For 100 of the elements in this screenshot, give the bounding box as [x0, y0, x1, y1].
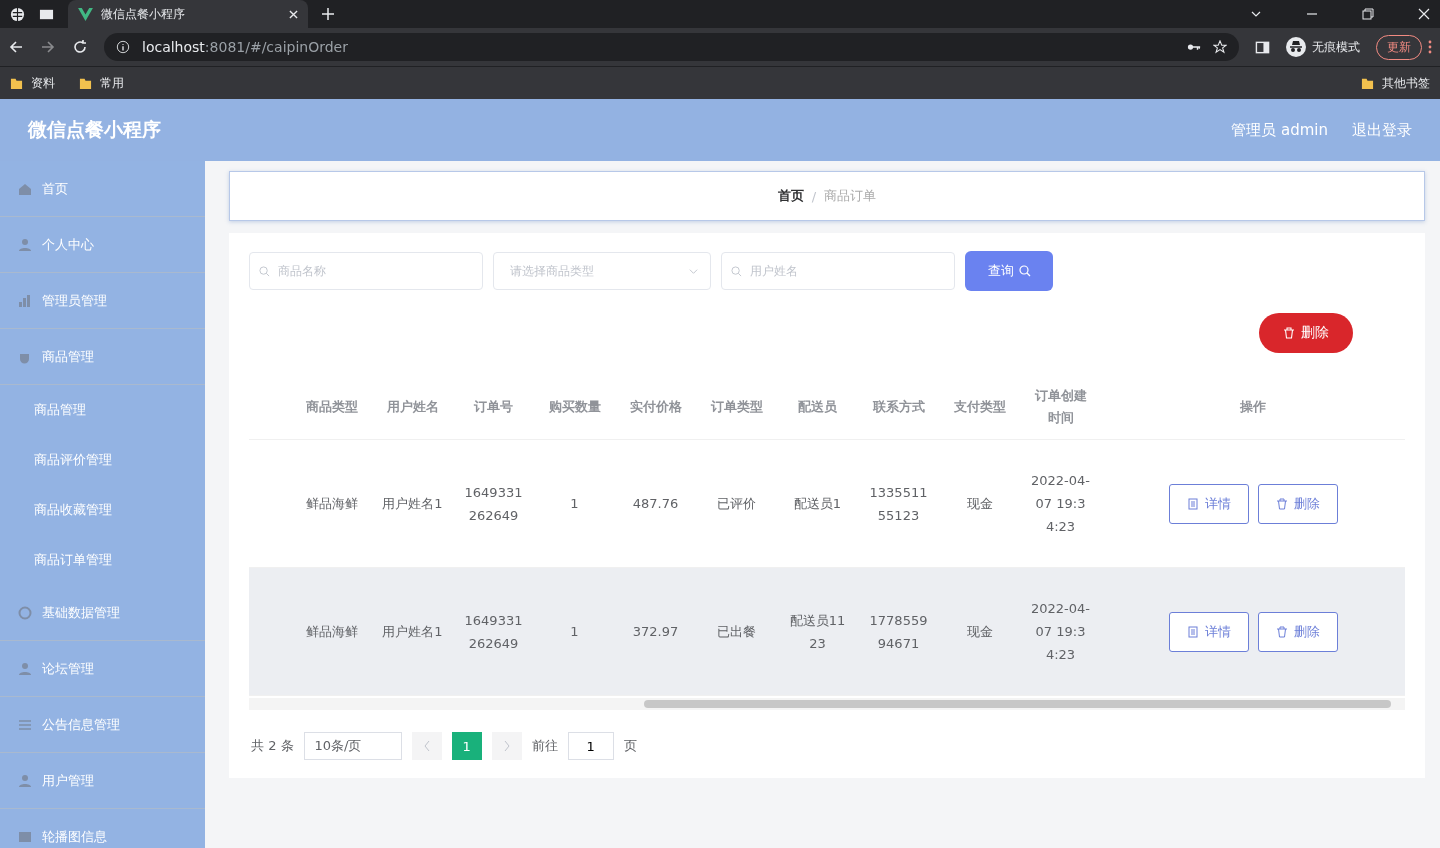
sidebar-subitem[interactable]: 商品评价管理: [0, 435, 205, 485]
search-icon: [731, 266, 742, 277]
table-cell-text: 用户姓名1: [381, 623, 444, 641]
close-icon[interactable]: [1418, 8, 1430, 20]
circle-icon: [18, 605, 32, 620]
sidebar-icon[interactable]: [1255, 39, 1270, 55]
table-row[interactable]: 鲜品海鲜 用户姓名1 1649331262649 1 372.97 已出餐 配送员1123 177855994671 现金 2022-04-07 19:34:23 详情 删除: [249, 568, 1405, 696]
trash-icon: [1283, 327, 1295, 339]
page-input[interactable]: 1: [567, 732, 614, 760]
person-icon: [18, 661, 32, 676]
sidebar-item[interactable]: 论坛管理: [0, 641, 205, 697]
chevron-right-icon: [502, 740, 511, 752]
breadcrumb-item[interactable]: 首页: [777, 187, 804, 205]
folder-icon: [1361, 76, 1374, 90]
page-suffix: 页: [623, 737, 637, 755]
sidebar-item[interactable]: 公告信息管理: [0, 697, 205, 753]
reload-icon[interactable]: [72, 39, 88, 55]
forward-arrow-icon[interactable]: [40, 39, 56, 55]
table-cell-text: 177855994671: [868, 611, 929, 653]
query-button[interactable]: 查询: [965, 251, 1053, 291]
app-title: 微信点餐小程序: [28, 117, 161, 142]
breadcrumb-item: 商品订单: [824, 187, 877, 205]
total-count: 共 2 条: [251, 737, 294, 755]
column-header: 商品类型: [305, 398, 358, 416]
chevron-left-icon: [422, 740, 431, 752]
logout-link[interactable]: 退出登录: [1352, 120, 1412, 140]
goto-label: 前往: [531, 737, 558, 755]
back-arrow-icon[interactable]: [8, 39, 24, 55]
table-cell-text: 现金: [965, 495, 994, 513]
search-field[interactable]: 用户姓名: [721, 252, 955, 290]
table-cell-text: 现金: [965, 623, 994, 641]
bookmark-folder[interactable]: 其他书签: [1361, 74, 1430, 92]
tab-title: 微信点餐小程序: [101, 5, 186, 23]
restore-icon[interactable]: [1362, 8, 1374, 20]
column-header: 配送员: [798, 398, 837, 416]
table-cell-text: 2022-04-07 19:34:23: [1030, 472, 1091, 536]
globe-icon[interactable]: [10, 6, 25, 22]
sidebar-item[interactable]: 首页: [0, 161, 205, 217]
search-field[interactable]: 商品名称: [249, 252, 483, 290]
table-cell-text: 1649331262649: [463, 611, 524, 653]
trash-icon: [1275, 497, 1288, 510]
scrollbar[interactable]: [249, 698, 1405, 710]
folder-icon: [10, 76, 23, 90]
table-cell-text: 鲜品海鲜: [304, 495, 359, 513]
incognito-label: 无痕模式: [1312, 38, 1360, 56]
lines-icon: [18, 717, 32, 732]
sidebar-item[interactable]: 管理员管理: [0, 273, 205, 329]
table-cell-text: 已出餐: [716, 623, 757, 641]
delete-button[interactable]: 删除: [1259, 313, 1353, 353]
bookmark-folder[interactable]: 资料: [10, 74, 55, 92]
column-header: 操作: [1240, 398, 1266, 416]
person-icon: [18, 773, 32, 788]
table-cell-text: 2022-04-07 19:34:23: [1030, 600, 1091, 664]
page-button[interactable]: 1: [451, 732, 482, 760]
table-cell-text: 487.76: [631, 495, 680, 513]
column-header: 联系方式: [872, 398, 925, 416]
column-header: 用户姓名: [386, 398, 439, 416]
select-field[interactable]: 请选择商品类型: [493, 252, 711, 290]
url-text: localhost:8081/#/caipinOrder: [142, 39, 348, 55]
sidebar-subitem[interactable]: 商品管理: [0, 385, 205, 435]
delete-button[interactable]: 删除: [1257, 611, 1338, 652]
sidebar-subitem[interactable]: 商品订单管理: [0, 535, 205, 585]
table-cell-text: 1: [569, 623, 580, 641]
close-icon[interactable]: [289, 9, 298, 19]
document-icon: [1186, 625, 1199, 638]
details-button[interactable]: 详情: [1168, 483, 1249, 524]
sidebar-item[interactable]: 商品管理: [0, 329, 205, 385]
page-size-select[interactable]: 10条/页: [303, 732, 402, 760]
table-cell-text: 鲜品海鲜: [304, 623, 359, 641]
table-cell-text: 372.97: [631, 623, 680, 641]
sidebar-subitem[interactable]: 商品收藏管理: [0, 485, 205, 535]
incognito-icon[interactable]: [1286, 37, 1306, 57]
sidebar-item[interactable]: 个人中心: [0, 217, 205, 273]
delete-button[interactable]: 删除: [1257, 483, 1338, 524]
bookmark-folder[interactable]: 常用: [79, 74, 124, 92]
sidebar-item[interactable]: 轮播图信息: [0, 809, 205, 848]
details-button[interactable]: 详情: [1168, 611, 1249, 652]
document-icon: [1186, 497, 1199, 510]
v-logo-icon: [78, 7, 93, 21]
star-icon[interactable]: [1213, 40, 1227, 54]
person-icon: [18, 237, 32, 252]
plus-icon[interactable]: [322, 8, 334, 20]
column-header: 订单创建时间: [1033, 387, 1088, 427]
house-icon: [18, 181, 32, 196]
table-cell-text: 配送员1123: [788, 611, 847, 653]
address-bar[interactable]: localhost:8081/#/caipinOrder: [104, 33, 1239, 61]
chevron-down-icon: [688, 266, 699, 277]
table-cell-text: 1: [569, 495, 580, 513]
column-header: 支付类型: [953, 398, 1006, 416]
browser-tab[interactable]: 微信点餐小程序: [68, 0, 308, 28]
column-header: 订单号: [474, 398, 513, 416]
sidebar-item[interactable]: 基础数据管理: [0, 585, 205, 641]
trash-icon: [1275, 625, 1288, 638]
more-icon[interactable]: [1428, 40, 1432, 54]
column-header: 购买数量: [548, 398, 601, 416]
image-icon: [18, 829, 32, 844]
sidebar-item[interactable]: 用户管理: [0, 753, 205, 809]
column-header: 实付价格: [629, 398, 682, 416]
info-icon[interactable]: [116, 40, 130, 54]
table-cell-text: 已评价: [716, 495, 757, 513]
